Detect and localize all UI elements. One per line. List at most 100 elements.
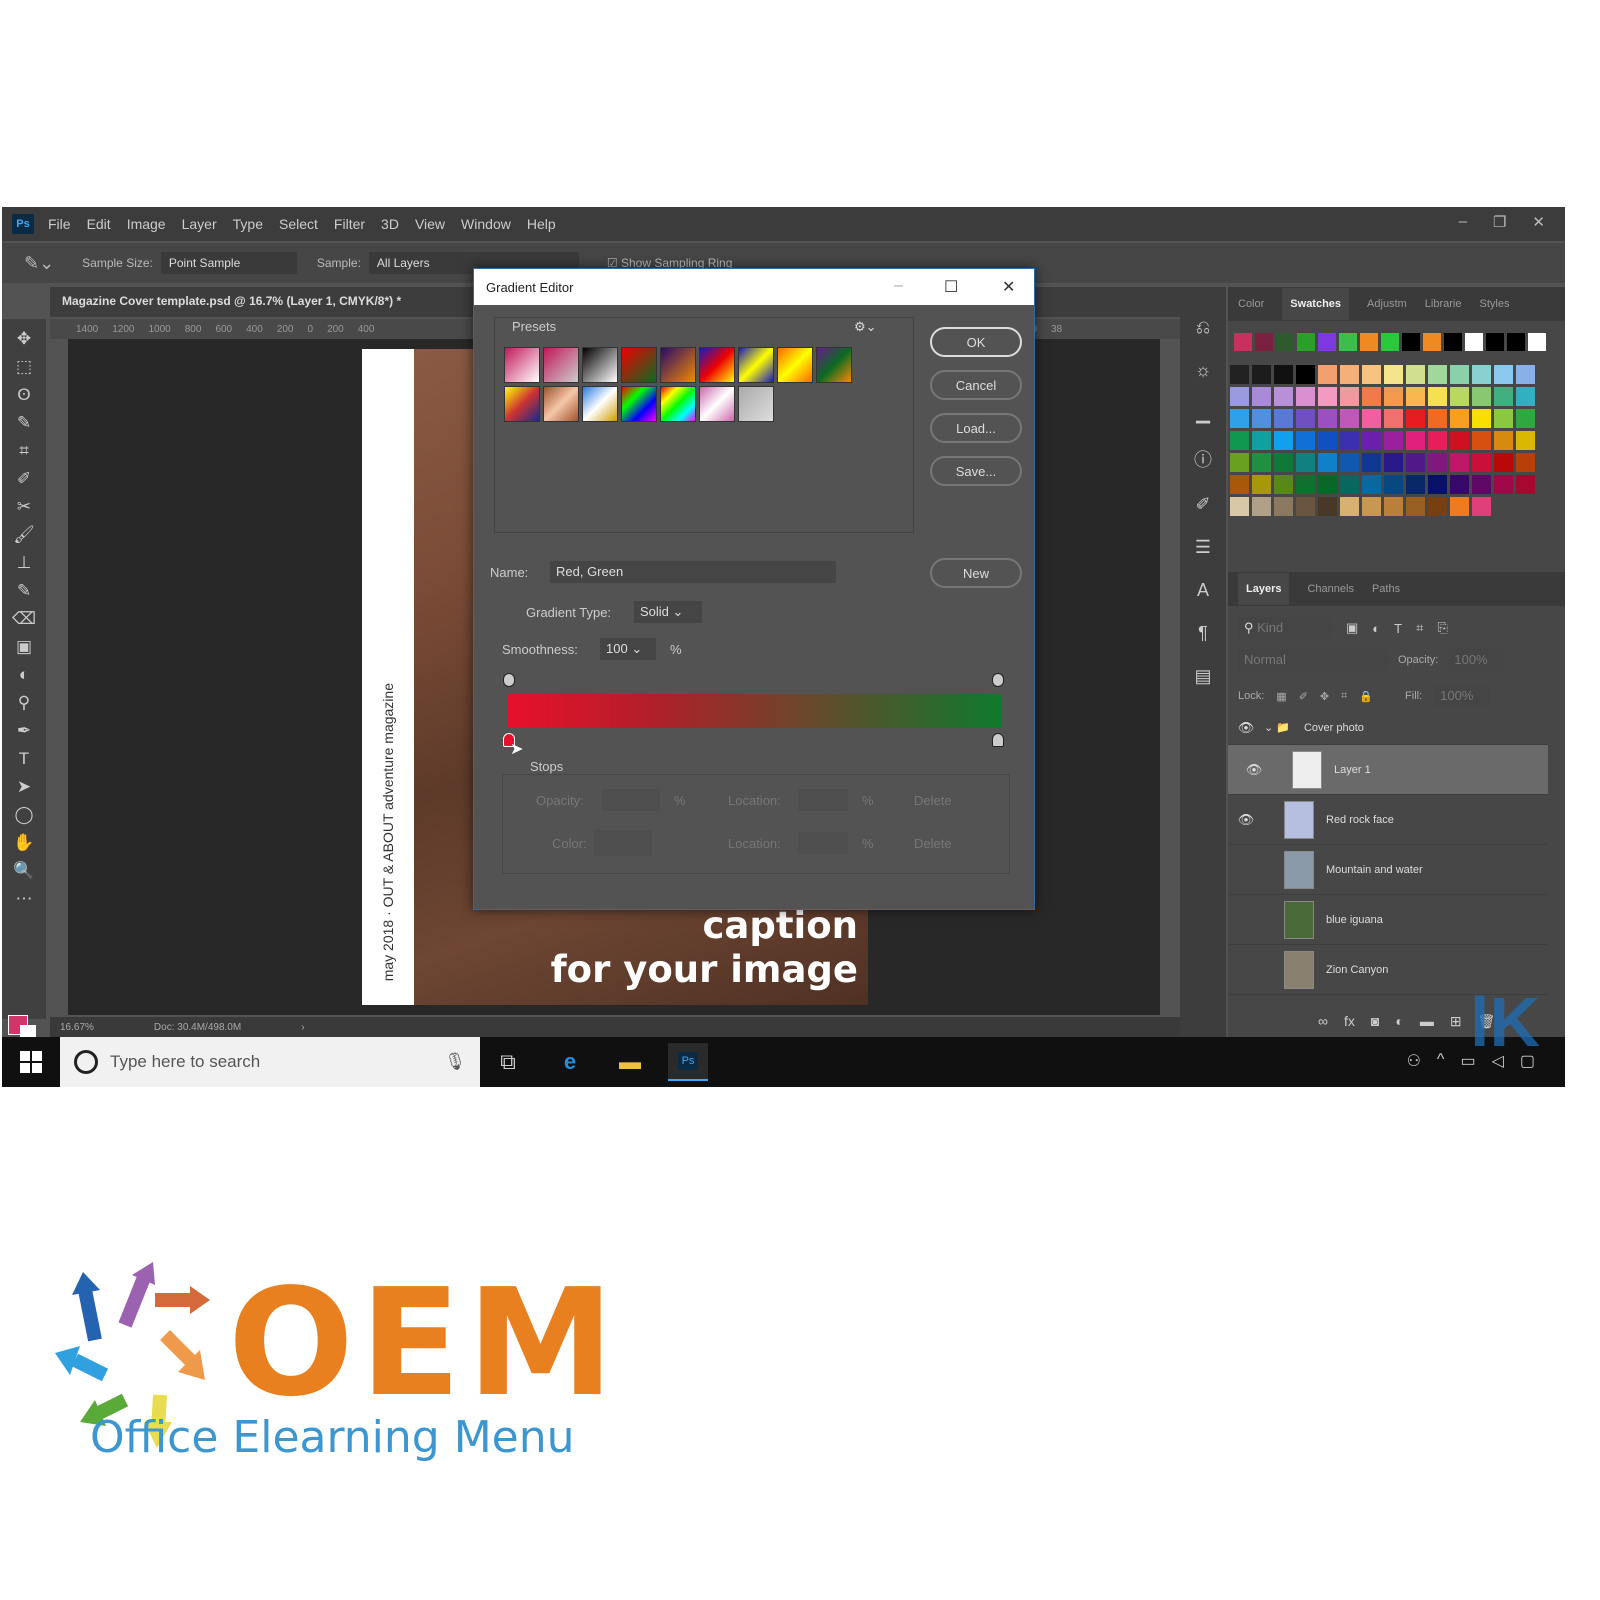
swatch[interactable] — [1340, 453, 1359, 472]
swatch[interactable] — [1296, 387, 1315, 406]
brush-icon[interactable]: ✐ — [1195, 494, 1210, 515]
swatch[interactable] — [1274, 497, 1293, 516]
gradient-preset[interactable] — [582, 386, 618, 422]
info-icon[interactable]: ⓘ — [1194, 446, 1212, 472]
gradient-preset[interactable] — [660, 386, 696, 422]
gradient-preset[interactable] — [582, 347, 618, 383]
gradient-preset[interactable] — [777, 347, 813, 383]
swatch[interactable] — [1528, 333, 1546, 351]
swatch[interactable] — [1465, 333, 1483, 351]
task-view-icon[interactable]: ⧉ — [488, 1043, 528, 1081]
swatch[interactable] — [1297, 333, 1315, 351]
swatch[interactable] — [1340, 431, 1359, 450]
ok-button[interactable]: OK — [930, 327, 1022, 357]
tab-color[interactable]: Color — [1238, 298, 1264, 310]
swatch[interactable] — [1428, 409, 1447, 428]
swatch[interactable] — [1360, 333, 1378, 351]
close-button[interactable]: ✕ — [1532, 213, 1545, 231]
tool-icon-20[interactable]: ⋯ — [16, 889, 33, 909]
histogram-icon[interactable]: ▁ — [1196, 403, 1210, 424]
tool-icon-14[interactable]: ✒ — [17, 721, 31, 741]
swatch[interactable] — [1274, 453, 1293, 472]
smoothness-field[interactable]: 100 ⌄ — [600, 638, 656, 660]
eye-icon[interactable]: 👁 — [1228, 812, 1264, 828]
swatch[interactable] — [1472, 431, 1491, 450]
swatch[interactable] — [1406, 409, 1425, 428]
swatch[interactable] — [1450, 475, 1469, 494]
stop-location-field[interactable] — [798, 832, 848, 854]
swatch[interactable] — [1362, 453, 1381, 472]
tab-swatches[interactable]: Swatches — [1282, 288, 1350, 320]
eyedropper-icon[interactable]: ✎⌄ — [24, 253, 54, 274]
swatch[interactable] — [1255, 333, 1273, 351]
swatch[interactable] — [1340, 365, 1359, 384]
swatch[interactable] — [1252, 431, 1271, 450]
tool-icon-3[interactable]: ✎ — [17, 413, 31, 433]
swatch[interactable] — [1340, 387, 1359, 406]
swatch[interactable] — [1450, 431, 1469, 450]
menu-edit[interactable]: Edit — [87, 216, 111, 232]
swatch[interactable] — [1381, 333, 1399, 351]
swatch[interactable] — [1230, 453, 1249, 472]
swatch[interactable] — [1252, 475, 1271, 494]
swatch[interactable] — [1406, 365, 1425, 384]
taskbar-search[interactable]: Type here to search 🎙 — [60, 1037, 480, 1087]
sample-size-select[interactable]: Point Sample — [160, 252, 297, 274]
tab-paths[interactable]: Paths — [1372, 583, 1400, 595]
swatch[interactable] — [1274, 475, 1293, 494]
name-field[interactable]: Red, Green — [550, 561, 836, 583]
tab-styles[interactable]: Styles — [1479, 298, 1509, 310]
link-icon[interactable]: ∞ — [1318, 1013, 1328, 1030]
swatch[interactable] — [1384, 387, 1403, 406]
delete-color-stop-button[interactable]: Delete — [914, 836, 952, 851]
tool-icon-0[interactable]: ✥ — [17, 329, 31, 349]
swatch[interactable] — [1318, 365, 1337, 384]
tab-adjustm[interactable]: Adjustm — [1367, 298, 1407, 310]
tool-icon-15[interactable]: T — [19, 749, 29, 769]
tool-icon-7[interactable]: 🖌 — [13, 525, 35, 545]
swatch[interactable] — [1274, 431, 1293, 450]
swatch[interactable] — [1252, 365, 1271, 384]
file-explorer-icon[interactable]: ▬ — [610, 1043, 650, 1081]
swatch[interactable] — [1406, 475, 1425, 494]
eye-icon[interactable]: 👁 — [1228, 720, 1264, 736]
edge-icon[interactable]: e — [550, 1043, 590, 1081]
menu-window[interactable]: Window — [461, 216, 511, 232]
swatch[interactable] — [1516, 475, 1535, 494]
tool-icon-6[interactable]: ✂ — [17, 497, 31, 517]
swatch[interactable] — [1450, 365, 1469, 384]
dialog-close-button[interactable]: ✕ — [1002, 277, 1015, 297]
gradient-preset[interactable] — [543, 347, 579, 383]
swatch[interactable] — [1296, 453, 1315, 472]
swatch[interactable] — [1494, 475, 1513, 494]
tab-librarie[interactable]: Librarie — [1425, 298, 1462, 310]
menu-file[interactable]: File — [48, 216, 71, 232]
swatch[interactable] — [1450, 497, 1469, 516]
swatch[interactable] — [1494, 431, 1513, 450]
swatch[interactable] — [1494, 387, 1513, 406]
gradient-preset[interactable] — [738, 386, 774, 422]
swatch[interactable] — [1276, 333, 1294, 351]
restore-button[interactable]: ❐ — [1493, 213, 1506, 231]
tool-icon-2[interactable]: ʘ — [17, 385, 30, 405]
swatch[interactable] — [1362, 497, 1381, 516]
swatch[interactable] — [1230, 475, 1249, 494]
color-stop-right[interactable] — [992, 733, 1004, 747]
gradient-preset[interactable] — [504, 347, 540, 383]
layer-search[interactable]: ⚲ Kind — [1238, 617, 1332, 639]
mask-icon[interactable]: ◙ — [1371, 1013, 1379, 1030]
swatch[interactable] — [1230, 409, 1249, 428]
layer-row[interactable]: 👁 Layer 1 — [1228, 745, 1548, 795]
lock-move-icon[interactable]: ✥ — [1320, 690, 1329, 703]
swatch[interactable] — [1406, 453, 1425, 472]
tab-channels[interactable]: Channels — [1307, 583, 1353, 595]
swatch[interactable] — [1406, 497, 1425, 516]
swatch[interactable] — [1444, 333, 1462, 351]
windows-start-icon[interactable] — [20, 1051, 42, 1073]
swatch[interactable] — [1384, 475, 1403, 494]
swatch[interactable] — [1230, 365, 1249, 384]
swatch[interactable] — [1252, 497, 1271, 516]
swatch[interactable] — [1486, 333, 1504, 351]
tool-icon-13[interactable]: ⚲ — [18, 693, 30, 713]
gradient-preset[interactable] — [699, 386, 735, 422]
